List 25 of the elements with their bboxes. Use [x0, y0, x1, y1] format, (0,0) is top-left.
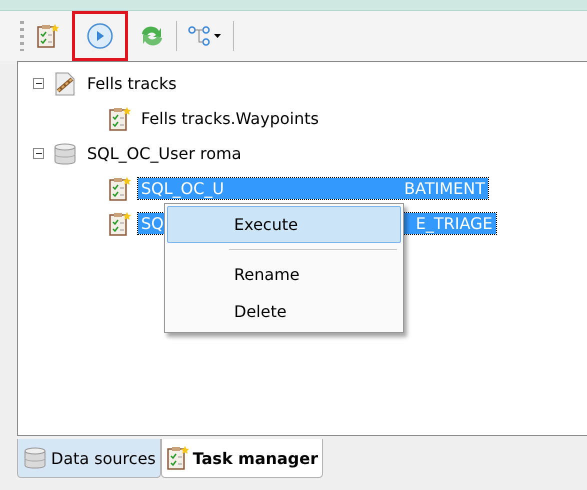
tree-item-label: SQL_OC_U	[141, 179, 224, 198]
toolbar-grip	[20, 21, 24, 51]
collapse-toggle[interactable]	[33, 78, 44, 89]
tree-item-label: SQ	[141, 214, 164, 233]
collapse-toggle[interactable]	[33, 148, 44, 159]
menu-item[interactable]: Execute	[167, 206, 401, 243]
clipboard-checklist-icon	[108, 210, 132, 236]
toolbar-button[interactable]	[72, 11, 128, 61]
clipboard-checklist-icon	[36, 23, 60, 49]
clipboard-checklist-icon	[108, 176, 132, 202]
menu-item[interactable]: Rename	[167, 256, 401, 293]
tree-item[interactable]: Fells tracks.Waypoints	[138, 108, 322, 129]
play-circle-icon	[86, 22, 114, 50]
menu-item[interactable]: Delete	[167, 293, 401, 330]
clipboard-checklist-icon	[108, 106, 132, 132]
tree-item-label: E_TRIAGE	[416, 214, 493, 233]
tree-item-label: BATIMENT	[404, 179, 485, 198]
tab[interactable]: Task manager	[160, 439, 323, 478]
tree-item[interactable]: SQL_OC_User roma	[84, 143, 244, 164]
database-icon	[22, 446, 48, 470]
tree-item[interactable]: Fells tracks	[84, 73, 180, 94]
clipboard-checklist-icon	[166, 445, 190, 471]
tab[interactable]: Data sources	[17, 439, 161, 478]
node-diagram-icon	[188, 25, 222, 47]
database-icon	[52, 142, 78, 166]
